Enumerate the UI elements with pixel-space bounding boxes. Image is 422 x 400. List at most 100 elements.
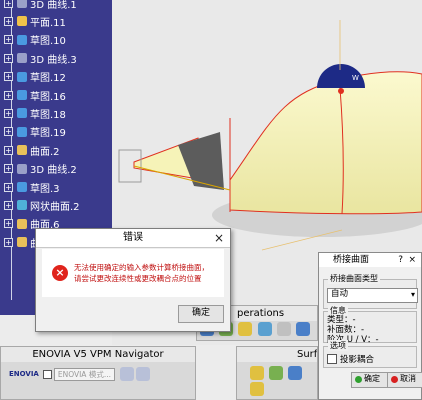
tree-item-label: 网状曲面.2: [30, 201, 80, 213]
enovia-mode-field[interactable]: ENOVIA 模式...: [53, 367, 115, 381]
tree-item-label: 3D 曲线.3: [30, 54, 77, 66]
feature-icon: [17, 16, 27, 27]
feature-icon: [17, 108, 27, 119]
blend-type-value: 自动: [331, 289, 349, 299]
fuselage-surface[interactable]: [229, 71, 422, 215]
body-gap: [178, 132, 224, 190]
blend-type-select[interactable]: 自动 ▾: [327, 288, 418, 303]
feature-icon: [17, 53, 27, 64]
error-icon: ×: [52, 265, 68, 281]
tree-item[interactable]: + 草图.16: [4, 88, 66, 103]
split-icon[interactable]: [238, 322, 253, 336]
vpm-open-icon[interactable]: [119, 367, 134, 381]
expand-icon[interactable]: +: [4, 145, 13, 155]
tree-item[interactable]: + 平面.11: [4, 14, 66, 29]
tree-item[interactable]: + 草图.18: [4, 106, 66, 121]
error-message-line: 无法使用确定的输入参数计算桥接曲面，: [74, 263, 209, 272]
expand-icon[interactable]: +: [4, 108, 13, 118]
ok-button[interactable]: 确定: [178, 305, 224, 323]
tree-item[interactable]: + 草图.3: [4, 180, 60, 195]
surfaces-toolbar: Surf: [236, 346, 318, 400]
tree-item-label: 草图.16: [30, 91, 66, 103]
feature-icon: [17, 90, 27, 100]
display-coupling-label: 投影耦合: [340, 355, 375, 365]
tree-item[interactable]: +3D 曲线.2: [4, 162, 77, 176]
tree-item[interactable]: + 草图.10: [4, 33, 66, 47]
feature-icon: [17, 71, 27, 82]
feature-icon: [17, 200, 27, 211]
extract-icon[interactable]: [276, 322, 291, 336]
feature-icon: [17, 0, 27, 8]
checkbox-box[interactable]: [327, 354, 337, 364]
tree-item-label: 草图.3: [30, 183, 60, 195]
blend-options-group-title: 选项: [328, 340, 348, 351]
tree-item[interactable]: +3D 曲线.3: [4, 51, 77, 66]
close-icon[interactable]: ×: [408, 253, 416, 267]
tree-item-label: 草图.18: [30, 109, 66, 121]
tree-item-label: 平面.11: [30, 17, 66, 29]
trim-icon[interactable]: [257, 322, 272, 336]
vpm-save-icon[interactable]: [135, 367, 150, 381]
feature-icon: [17, 163, 27, 174]
blend-ok-label: 确定: [364, 374, 380, 383]
coupling-label: W: [352, 74, 359, 82]
expand-icon[interactable]: +: [4, 219, 13, 229]
blend-dialog-title: 桥接曲面: [333, 255, 370, 265]
error-dialog: 错误 × × 无法使用确定的输入参数计算桥接曲面， 请尝试更改连续性或更改耦合点…: [35, 228, 231, 332]
expand-icon[interactable]: +: [4, 182, 13, 192]
tree-item[interactable]: +3D 曲线.1: [4, 0, 77, 11]
display-coupling-checkbox[interactable]: 投影耦合: [327, 353, 374, 365]
tree-item[interactable]: + 草图.19: [4, 125, 66, 139]
expand-icon[interactable]: +: [4, 200, 13, 210]
tree-item[interactable]: + 网状曲面.2: [4, 198, 80, 213]
enovia-mode-checkbox[interactable]: [42, 369, 52, 379]
expand-icon[interactable]: +: [4, 237, 13, 247]
tree-item-label: 草图.12: [30, 73, 66, 85]
fillet-icon[interactable]: [295, 322, 310, 336]
error-dialog-title: 错误: [123, 232, 143, 243]
feature-icon: [17, 145, 27, 156]
tree-item-label: 曲面.2: [30, 146, 60, 158]
feature-icon: [17, 126, 27, 137]
sweep-icon[interactable]: [288, 366, 303, 380]
blend-surface-dialog: 桥接曲面 ? × 桥接曲面类型 自动 ▾ 信息 类型：- 补面数：- 阶次 U …: [318, 252, 422, 400]
expand-icon[interactable]: +: [4, 16, 13, 26]
ok-icon: [355, 376, 362, 383]
tree-item[interactable]: + 曲面.2: [4, 143, 60, 158]
expand-icon[interactable]: +: [4, 0, 13, 8]
expand-icon[interactable]: +: [4, 35, 13, 45]
blend-dialog-titlebar[interactable]: 桥接曲面 ? ×: [319, 253, 421, 267]
close-icon[interactable]: ×: [214, 229, 224, 247]
blend-cancel-label: 取消: [400, 374, 416, 383]
error-message-area: × 无法使用确定的输入参数计算桥接曲面， 请尝试更改连续性或更改耦合点的位置: [42, 249, 224, 297]
tree-item-label: 草图.19: [30, 128, 66, 140]
feature-icon: [17, 237, 27, 248]
expand-icon[interactable]: +: [4, 164, 13, 174]
surfaces-toolbar-title: Surf: [237, 347, 317, 362]
feature-icon: [17, 34, 27, 45]
expand-icon[interactable]: +: [4, 127, 13, 137]
coupling-point[interactable]: [338, 88, 344, 94]
error-dialog-titlebar[interactable]: 错误 ×: [36, 229, 230, 248]
blend-cancel-button[interactable]: 取消: [387, 372, 422, 388]
expand-icon[interactable]: +: [4, 53, 13, 63]
revolve-icon[interactable]: [269, 366, 284, 380]
expand-icon[interactable]: +: [4, 72, 13, 82]
help-icon[interactable]: ?: [398, 253, 403, 267]
tree-item[interactable]: + 草图.12: [4, 70, 66, 84]
tree-item-label: 3D 曲线.2: [30, 165, 77, 177]
extrude-icon[interactable]: [250, 366, 264, 380]
enovia-logo: ENOVIA: [9, 370, 39, 378]
feature-icon: [17, 218, 27, 229]
chevron-down-icon: ▾: [410, 290, 415, 299]
tree-item-label: 3D 曲线.1: [30, 0, 77, 11]
enovia-toolbar-title: ENOVIA V5 VPM Navigator: [1, 347, 195, 362]
error-message: 无法使用确定的输入参数计算桥接曲面， 请尝试更改连续性或更改耦合点的位置: [74, 262, 209, 284]
blend-type-group-title: 桥接曲面类型: [328, 273, 380, 284]
tree-item-label: 草图.10: [30, 36, 66, 48]
enovia-toolbar: ENOVIA V5 VPM Navigator ENOVIA ENOVIA 模式…: [0, 346, 196, 400]
fill-icon[interactable]: [250, 382, 264, 396]
expand-icon[interactable]: +: [4, 90, 13, 100]
feature-icon: [17, 182, 27, 192]
cancel-icon: [391, 376, 398, 383]
